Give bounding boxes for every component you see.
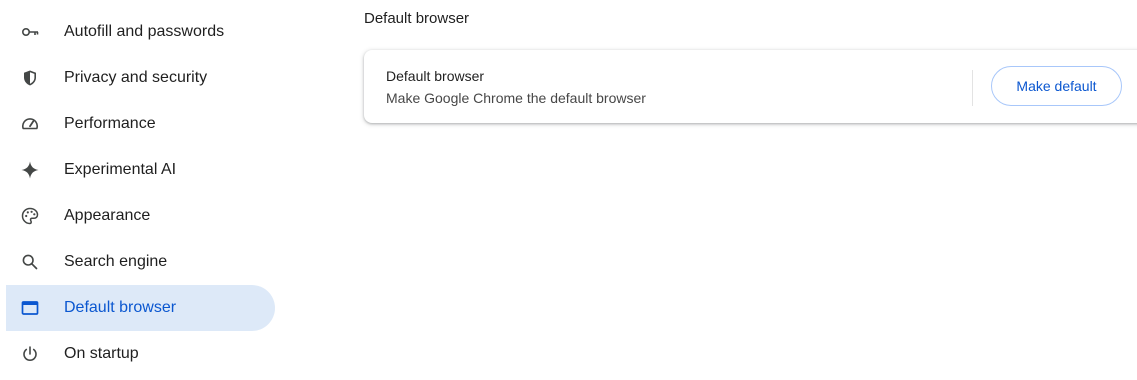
browser-window-icon (20, 298, 40, 318)
setting-row-subtitle: Make Google Chrome the default browser (386, 90, 646, 106)
sidebar-item-privacy-and-security[interactable]: Privacy and security (6, 55, 275, 101)
section-title: Default browser (364, 10, 470, 27)
sidebar-item-search-engine[interactable]: Search engine (6, 239, 275, 285)
power-icon (20, 344, 40, 364)
sidebar-item-experimental-ai[interactable]: Experimental AI (6, 147, 275, 193)
search-icon (20, 252, 40, 272)
make-default-button[interactable]: Make default (991, 66, 1122, 106)
sidebar-item-on-startup[interactable]: On startup (6, 331, 275, 377)
key-icon (20, 22, 40, 42)
vertical-divider (972, 70, 973, 106)
setting-row-title: Default browser (386, 68, 485, 84)
sidebar-item-performance[interactable]: Performance (6, 101, 275, 147)
sidebar-item-label: On startup (64, 345, 139, 362)
sidebar-item-appearance[interactable]: Appearance (6, 193, 275, 239)
sidebar-item-label: Appearance (64, 207, 151, 224)
speedometer-icon (20, 114, 40, 134)
sidebar-item-label: Performance (64, 115, 156, 132)
palette-icon (20, 206, 40, 226)
shield-icon (20, 68, 40, 88)
sidebar-item-label: Experimental AI (64, 161, 177, 178)
settings-sidebar: Autofill and passwords Privacy and secur… (0, 0, 290, 380)
sidebar-item-label: Default browser (64, 299, 177, 316)
default-browser-card: Default browser Make Google Chrome the d… (364, 50, 1137, 123)
sidebar-item-default-browser[interactable]: Default browser (6, 285, 275, 331)
sidebar-item-label: Privacy and security (64, 69, 208, 86)
sidebar-item-label: Autofill and passwords (64, 23, 225, 40)
sidebar-item-autofill-and-passwords[interactable]: Autofill and passwords (6, 9, 275, 55)
sidebar-item-label: Search engine (64, 253, 168, 270)
sparkle-icon (20, 160, 40, 180)
